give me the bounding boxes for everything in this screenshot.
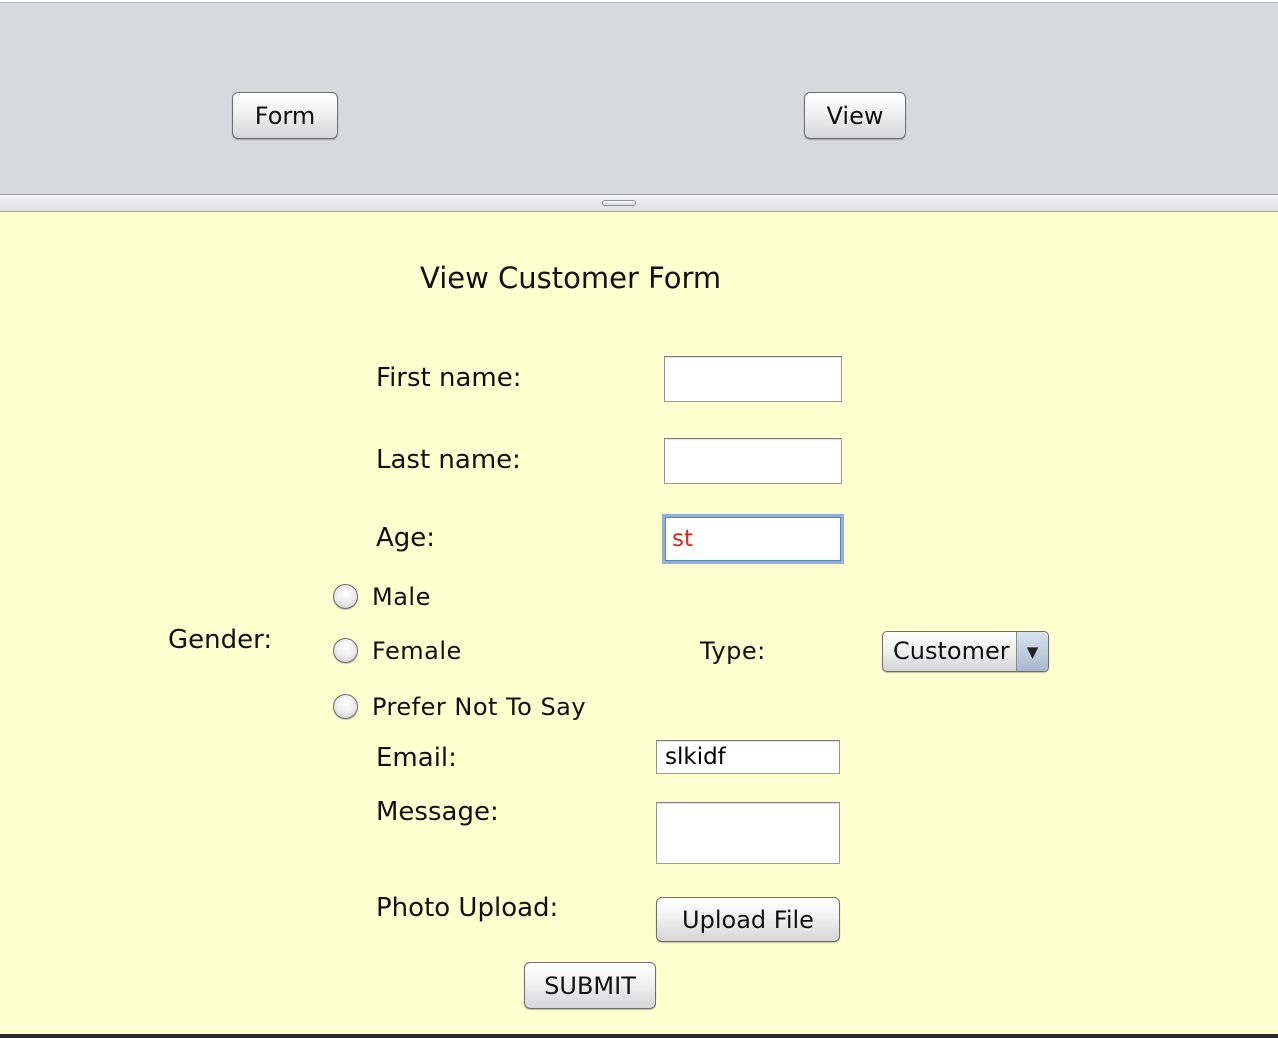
message-textarea[interactable] <box>656 802 840 864</box>
split-pane-divider[interactable] <box>0 195 1278 212</box>
form-title: View Customer Form <box>420 261 722 295</box>
submit-button[interactable]: SUBMIT <box>524 962 656 1009</box>
dropdown-arrow-icon[interactable]: ▼ <box>1016 632 1048 671</box>
email-input[interactable] <box>656 740 840 774</box>
gender-female-radio[interactable] <box>333 638 358 663</box>
last-name-label: Last name: <box>376 445 521 475</box>
age-label: Age: <box>376 523 436 553</box>
view-button[interactable]: View <box>804 92 906 139</box>
age-input[interactable] <box>662 514 844 564</box>
gender-prefer-not-label: Prefer Not To Say <box>372 693 587 721</box>
gender-female-label: Female <box>372 637 462 665</box>
window-bottom-edge <box>0 1034 1278 1038</box>
last-name-input[interactable] <box>664 438 842 484</box>
type-select[interactable]: Customer ▼ <box>882 631 1049 672</box>
first-name-input[interactable] <box>664 356 842 402</box>
gender-prefer-not-radio[interactable] <box>333 694 358 719</box>
navigation-panel: Form View <box>0 2 1278 195</box>
form-button[interactable]: Form <box>232 92 338 139</box>
type-selected-value: Customer <box>893 637 1010 665</box>
first-name-label: First name: <box>376 363 522 393</box>
customer-form-panel <box>0 212 1278 1034</box>
divider-grip-icon[interactable] <box>602 200 636 206</box>
message-label: Message: <box>376 797 499 827</box>
gender-male-label: Male <box>372 583 431 611</box>
photo-upload-label: Photo Upload: <box>376 893 559 923</box>
upload-file-button[interactable]: Upload File <box>656 897 840 942</box>
type-label: Type: <box>700 637 766 665</box>
gender-male-radio[interactable] <box>333 584 358 609</box>
email-label: Email: <box>376 743 457 773</box>
gender-label: Gender: <box>168 625 273 655</box>
